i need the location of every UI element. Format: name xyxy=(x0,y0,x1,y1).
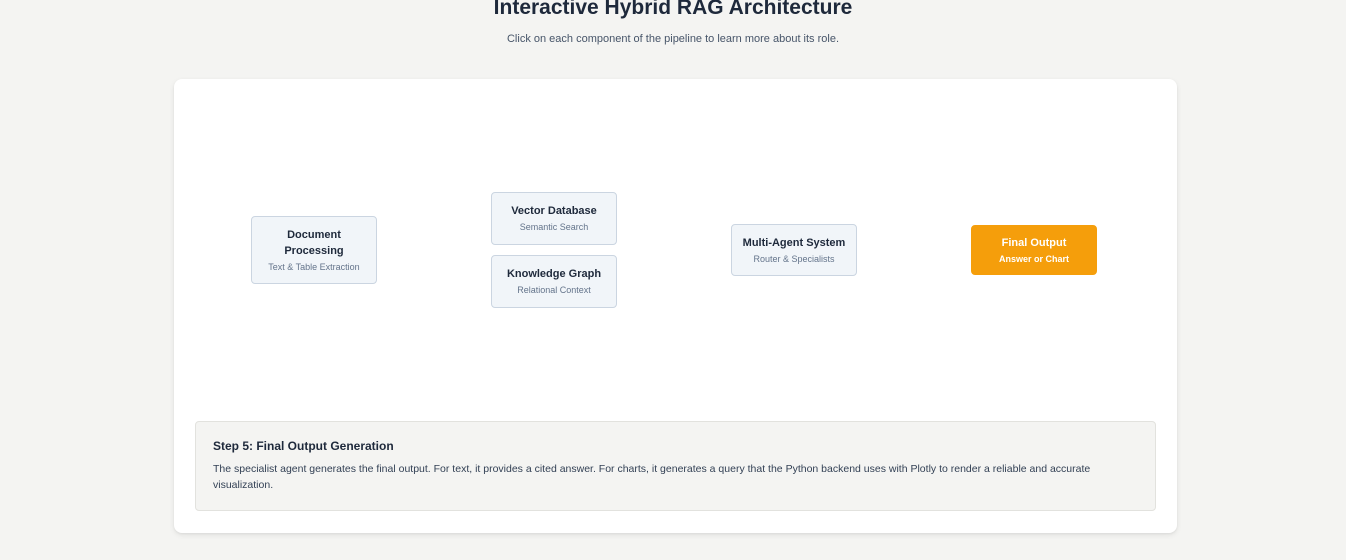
node-subtitle: Answer or Chart xyxy=(998,253,1069,264)
node-title: Document Processing xyxy=(284,228,344,257)
node-title: Vector Database xyxy=(511,205,597,217)
step-details-panel: Step 5: Final Output Generation The spec… xyxy=(195,421,1156,511)
page-subtitle: Click on each component of the pipeline … xyxy=(506,33,840,45)
node-document-processing[interactable]: Document Processing Text & Table Extract… xyxy=(251,216,377,284)
node-vector-database[interactable]: Vector Database Semantic Search xyxy=(491,192,617,245)
node-subtitle: Text & Table Extraction xyxy=(268,261,360,272)
node-title: Final Output xyxy=(1001,236,1067,249)
node-subtitle: Relational Context xyxy=(517,285,591,295)
node-subtitle: Semantic Search xyxy=(519,222,589,232)
node-multi-agent-system[interactable]: Multi-Agent System Router & Specialists xyxy=(731,224,857,276)
architecture-card: Document Processing Text & Table Extract… xyxy=(174,79,1177,533)
node-title: Multi-Agent System xyxy=(742,236,846,249)
node-knowledge-graph[interactable]: Knowledge Graph Relational Context xyxy=(491,255,617,308)
page-title: Interactive Hybrid RAG Architecture xyxy=(493,0,853,19)
step-details-text: The specialist agent generates the final… xyxy=(213,463,1091,491)
node-final-output[interactable]: Final Output Answer or Chart xyxy=(971,225,1097,275)
step-details-title: Step 5: Final Output Generation xyxy=(213,439,394,453)
node-subtitle: Router & Specialists xyxy=(753,253,835,264)
node-title: Knowledge Graph xyxy=(506,268,602,280)
